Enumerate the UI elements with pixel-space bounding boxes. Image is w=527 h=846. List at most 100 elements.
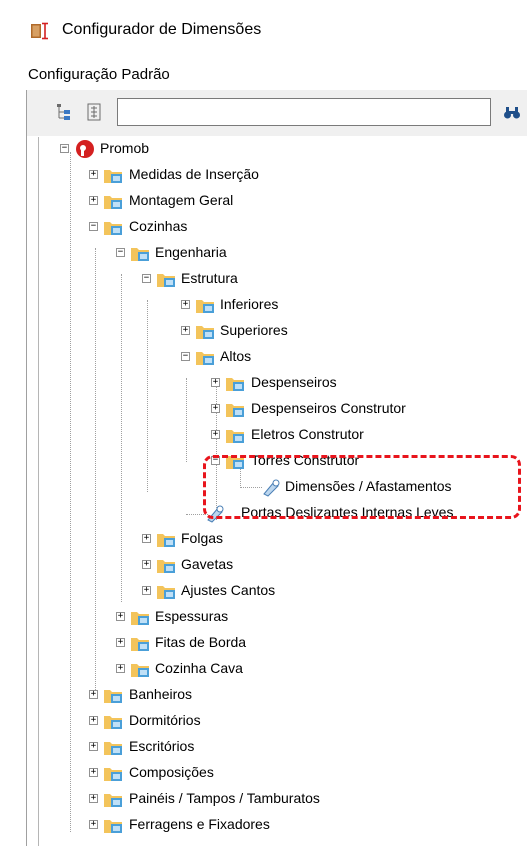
collapse-toggle[interactable]: − — [60, 144, 69, 153]
tree-node-ajustes-cantos[interactable]: + Ajustes Cantos — [39, 580, 519, 602]
folder-icon — [104, 196, 122, 209]
folder-icon — [131, 664, 149, 677]
expand-toggle[interactable]: + — [116, 612, 125, 621]
tree-node-engenharia[interactable]: − Engenharia — [39, 242, 519, 264]
folder-icon — [104, 794, 122, 807]
folder-icon — [104, 690, 122, 703]
folder-icon — [157, 586, 175, 599]
expand-toggle[interactable]: + — [142, 586, 151, 595]
tree-node-banheiros[interactable]: + Banheiros — [39, 684, 519, 706]
tree-node-altos[interactable]: − Altos — [39, 346, 519, 368]
tree-node-label: Inferiores — [220, 296, 279, 312]
expand-toggle[interactable]: + — [142, 560, 151, 569]
tree-node-label: Despenseiros Construtor — [251, 400, 406, 416]
tree-node-label: Medidas de Inserção — [129, 166, 259, 182]
tree-node-label: Estrutura — [181, 270, 238, 286]
tree-node-label: Banheiros — [129, 686, 193, 702]
expand-toggle[interactable]: + — [89, 768, 98, 777]
tree-node-despenseiros[interactable]: + Despenseiros — [39, 372, 519, 394]
expand-toggle[interactable]: + — [89, 820, 98, 829]
tree-node-gavetas[interactable]: + Gavetas — [39, 554, 519, 576]
tree-node-label: Eletros Construtor — [251, 426, 364, 442]
tree-node-label: Promob — [100, 140, 150, 156]
tree-node-label: Painéis / Tampos / Tamburatos — [129, 790, 320, 806]
expand-toggle[interactable]: + — [89, 170, 98, 179]
tree-node-label: Ajustes Cantos — [181, 582, 276, 598]
tree-node-estrutura[interactable]: − Estrutura — [39, 268, 519, 290]
title-bar: Configurador de Dimensões — [0, 0, 527, 56]
folder-icon — [104, 170, 122, 183]
configuration-label: Configuração Padrão — [28, 66, 170, 83]
tree-node-composicoes[interactable]: + Composições — [39, 762, 519, 784]
expand-toggle[interactable]: + — [116, 664, 125, 673]
tree-node-label: Montagem Geral — [129, 192, 234, 208]
collapse-tree-icon[interactable] — [86, 103, 102, 121]
folder-icon — [131, 248, 149, 261]
expand-toggle[interactable]: + — [211, 430, 220, 439]
expand-toggle[interactable]: + — [89, 716, 98, 725]
tree-node-inferiores[interactable]: + Inferiores — [39, 294, 519, 316]
folder-icon — [196, 352, 214, 365]
find-icon[interactable] — [503, 106, 521, 120]
expand-toggle[interactable]: + — [211, 404, 220, 413]
tree-node-cozinhas[interactable]: − Cozinhas — [39, 216, 519, 238]
tree-node-label: Cozinhas — [129, 218, 188, 234]
tree-node-label: Folgas — [181, 530, 224, 546]
tree-node-montagem-geral[interactable]: + Montagem Geral — [39, 190, 519, 212]
expand-tree-icon[interactable] — [56, 103, 72, 121]
expand-toggle[interactable]: + — [89, 794, 98, 803]
tree-node-folgas[interactable]: + Folgas — [39, 528, 519, 550]
folder-icon — [226, 404, 244, 417]
tree-node-medidas-de-insercao[interactable]: + Medidas de Inserção — [39, 164, 519, 186]
tree-node-label: Escritórios — [129, 738, 195, 754]
folder-icon — [104, 820, 122, 833]
tree-node-eletros-construtor[interactable]: + Eletros Construtor — [39, 424, 519, 446]
tree-node-espessuras[interactable]: + Espessuras — [39, 606, 519, 628]
tree-node-label: Fitas de Borda — [155, 634, 247, 650]
tree-node-label: Engenharia — [155, 244, 227, 260]
collapse-toggle[interactable]: − — [181, 352, 190, 361]
folder-icon — [196, 300, 214, 313]
tree-node-dormitorios[interactable]: + Dormitórios — [39, 710, 519, 732]
expand-toggle[interactable]: + — [211, 378, 220, 387]
tree-node-fitas-de-borda[interactable]: + Fitas de Borda — [39, 632, 519, 654]
tree-node-cozinha-cava[interactable]: + Cozinha Cava — [39, 658, 519, 680]
expand-toggle[interactable]: + — [116, 638, 125, 647]
tree-node-escritorios[interactable]: + Escritórios — [39, 736, 519, 758]
folder-icon — [131, 612, 149, 625]
tree-node-promob[interactable]: − Promob — [39, 138, 519, 160]
expand-toggle[interactable]: + — [89, 742, 98, 751]
expand-toggle[interactable]: + — [89, 196, 98, 205]
folder-icon — [157, 560, 175, 573]
expand-toggle[interactable]: + — [181, 300, 190, 309]
tree-node-label: Superiores — [220, 322, 288, 338]
expand-toggle[interactable]: + — [89, 690, 98, 699]
folder-icon — [157, 274, 175, 287]
tree-node-ferragens-e-fixadores[interactable]: + Ferragens e Fixadores — [39, 814, 519, 836]
window-title: Configurador de Dimensões — [62, 21, 262, 38]
tree-node-despenseiros-construtor[interactable]: + Despenseiros Construtor — [39, 398, 519, 420]
collapse-toggle[interactable]: − — [89, 222, 98, 231]
panel-border — [26, 90, 27, 846]
tree-node-label: Despenseiros — [251, 374, 337, 390]
folder-icon — [196, 326, 214, 339]
search-input[interactable] — [117, 98, 491, 126]
folder-icon — [226, 378, 244, 391]
folder-icon — [104, 768, 122, 781]
folder-icon — [226, 430, 244, 443]
tree-node-label: Cozinha Cava — [155, 660, 243, 676]
tree-node-superiores[interactable]: + Superiores — [39, 320, 519, 342]
tree-node-label: Ferragens e Fixadores — [129, 816, 270, 832]
tree-node-label: Espessuras — [155, 608, 229, 624]
expand-toggle[interactable]: + — [181, 326, 190, 335]
folder-icon — [104, 742, 122, 755]
tree-node-label: Composições — [129, 764, 214, 780]
app-icon — [31, 22, 48, 40]
collapse-toggle[interactable]: − — [142, 274, 151, 283]
expand-toggle[interactable]: + — [142, 534, 151, 543]
folder-icon — [104, 716, 122, 729]
highlight-annotation — [203, 455, 521, 519]
folder-icon — [104, 222, 122, 235]
collapse-toggle[interactable]: − — [116, 248, 125, 257]
tree-node-paineis-tampos-tamburatos[interactable]: + Painéis / Tampos / Tamburatos — [39, 788, 519, 810]
